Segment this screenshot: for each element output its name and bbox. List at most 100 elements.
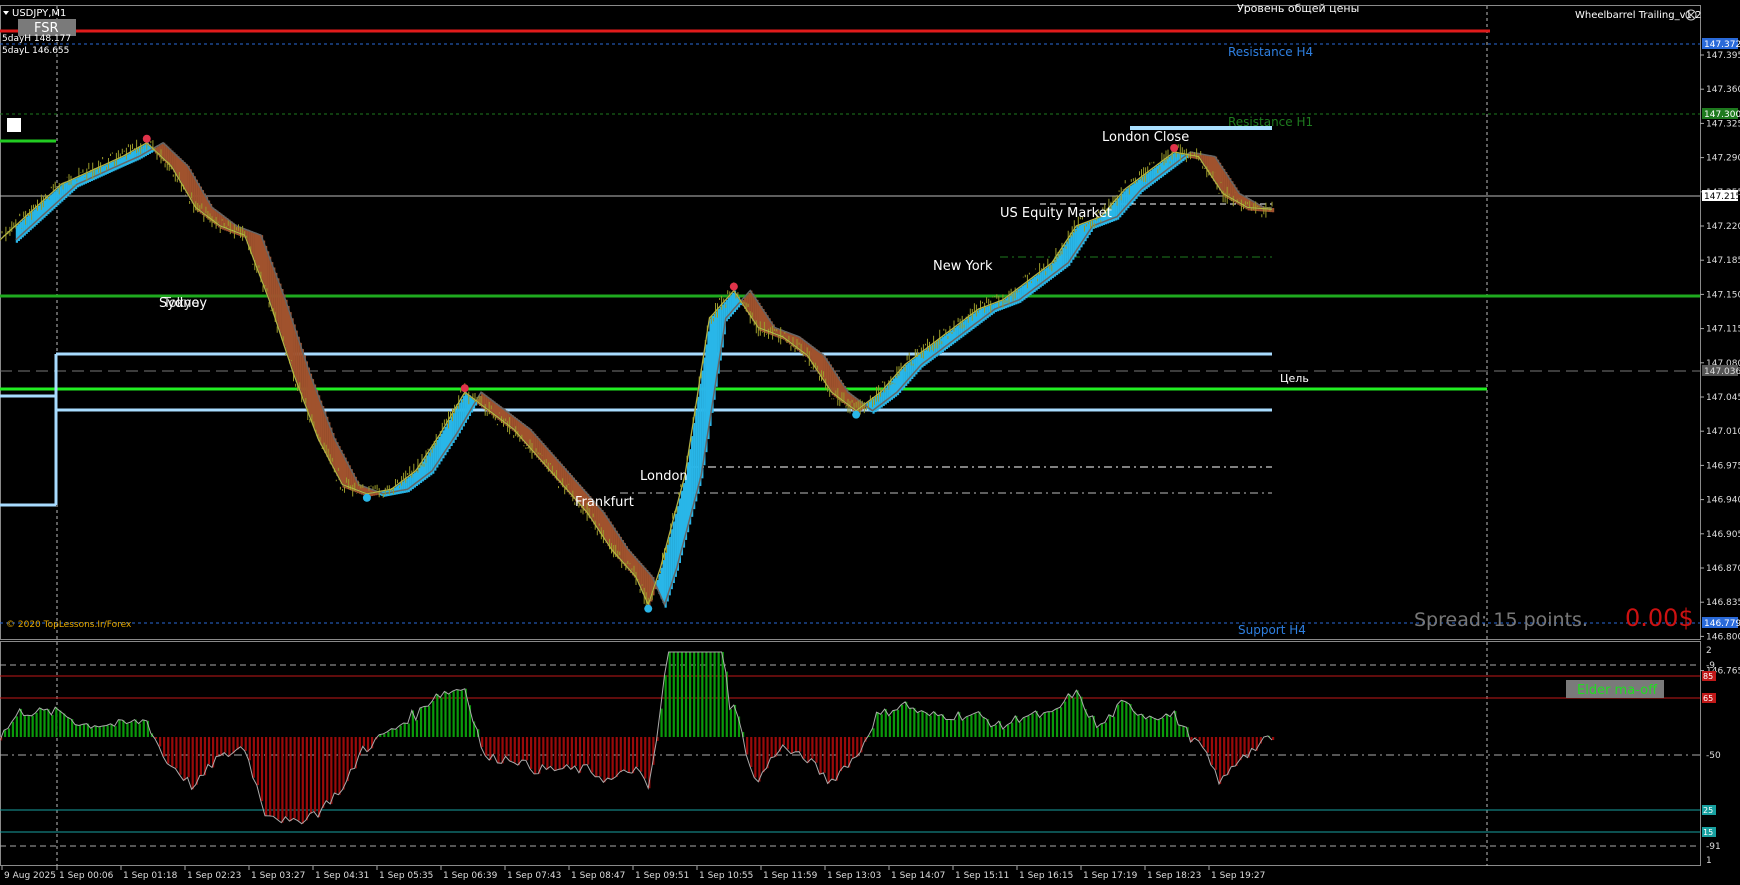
price-badge-current: 147.215 xyxy=(1702,190,1740,202)
osc-bar xyxy=(419,708,423,737)
indicator-name: Wheelbarrel Trailing_v1.2 xyxy=(1575,10,1701,21)
osc-bar xyxy=(513,737,516,763)
band-segment xyxy=(110,161,113,173)
osc-bar xyxy=(19,708,22,737)
session-label-london: London xyxy=(640,469,688,484)
osc-bar xyxy=(424,706,427,737)
time-tick-label: 1 Sep 13:03 xyxy=(827,871,881,881)
osc-bar xyxy=(497,737,500,763)
band-segment xyxy=(986,305,989,319)
band-segment xyxy=(699,383,702,487)
osc-bar xyxy=(664,675,667,737)
osc-bar xyxy=(1104,722,1108,737)
osc-bar xyxy=(403,723,406,737)
price-badge-text: 147.215 xyxy=(1704,192,1740,202)
osc-bar xyxy=(277,737,280,820)
osc-bar xyxy=(138,723,141,737)
osc-bar xyxy=(167,737,170,764)
time-tick-label: 1 Sep 02:23 xyxy=(187,871,241,881)
osc-bar xyxy=(949,719,953,737)
osc-bar xyxy=(1149,716,1152,737)
osc-bar xyxy=(309,737,313,814)
osc-bar xyxy=(1068,693,1071,737)
osc-bar xyxy=(265,737,268,816)
osc-bar xyxy=(811,737,814,759)
band-segment xyxy=(122,156,125,167)
osc-bar xyxy=(574,737,578,767)
osc-bar xyxy=(281,737,284,823)
osc-bar xyxy=(383,733,386,737)
osc-bar xyxy=(636,737,639,768)
osc-bar xyxy=(318,737,321,818)
price-badge-target: 147.036 xyxy=(1702,365,1740,377)
osc-bar xyxy=(1210,737,1214,765)
time-tick-label: 1 Sep 14:07 xyxy=(891,871,945,881)
osc-bar xyxy=(1055,708,1059,737)
osc-bar xyxy=(1072,697,1075,737)
osc-bar xyxy=(260,737,264,802)
osc-bar xyxy=(51,714,54,737)
osc-bar xyxy=(74,724,78,737)
osc-bar xyxy=(391,728,394,737)
price-tick-label: 147.360 xyxy=(1706,85,1740,95)
osc-bar xyxy=(689,652,692,737)
osc-bar xyxy=(521,737,525,761)
time-tick-label: 1 Sep 10:55 xyxy=(699,871,753,881)
osc-bar xyxy=(481,737,484,748)
osc-bar xyxy=(142,719,145,737)
osc-bar xyxy=(1178,724,1181,737)
osc-bar xyxy=(27,715,30,737)
osc-bar xyxy=(721,652,724,737)
osc-bar xyxy=(1007,724,1010,737)
time-tick-label: 1 Sep 07:43 xyxy=(507,871,561,881)
band-segment xyxy=(120,157,123,168)
osc-bar xyxy=(839,737,843,772)
checkbox[interactable] xyxy=(7,118,21,132)
osc-bar xyxy=(872,728,875,737)
osc-bar xyxy=(244,737,247,751)
band-segment xyxy=(142,145,145,158)
band-segment xyxy=(271,262,274,309)
osc-bar xyxy=(191,737,194,790)
osc-bar xyxy=(966,716,969,737)
osc-bar xyxy=(399,725,402,737)
osc-bar xyxy=(762,737,765,773)
time-tick-label: 1 Sep 17:19 xyxy=(1083,871,1138,881)
band-segment xyxy=(88,171,91,182)
osc-bar xyxy=(530,737,533,769)
osc-bar xyxy=(273,737,276,817)
band-segment xyxy=(1023,284,1026,300)
band-segment xyxy=(980,308,983,323)
osc-bar xyxy=(1060,707,1063,737)
osc-bar xyxy=(819,737,822,775)
band-segment xyxy=(1221,165,1224,194)
osc-bar xyxy=(1153,718,1156,737)
osc-bar xyxy=(293,737,296,819)
osc-bar xyxy=(1011,722,1014,737)
osc-bar xyxy=(1039,717,1042,737)
elder-ma-button[interactable]: Elder ma-off xyxy=(1566,680,1664,698)
osc-bar xyxy=(1251,737,1254,749)
general-price-level-label: Уровень общей цены xyxy=(1237,2,1359,15)
five-day-high: 5dayH 148.177 xyxy=(2,34,71,44)
osc-bar xyxy=(994,725,997,737)
osc-badge-text: 85 xyxy=(1703,672,1713,681)
osc-bar xyxy=(110,723,113,737)
five-day-low: 5dayL 146.655 xyxy=(2,46,69,56)
band-segment xyxy=(1159,162,1163,179)
osc-bar xyxy=(1202,737,1205,748)
price-badge-text: 146.779 xyxy=(1704,619,1740,629)
osc-bar xyxy=(619,737,622,773)
band-segment xyxy=(1004,298,1008,309)
osc-bar xyxy=(1023,717,1026,737)
osc-bar xyxy=(159,737,162,747)
osc-bar xyxy=(313,737,317,812)
osc-bar xyxy=(1027,715,1030,737)
band-segment xyxy=(76,177,80,188)
osc-bar xyxy=(436,693,439,737)
trading-chart[interactable]: 147.395147.360147.325147.290147.255147.2… xyxy=(0,0,1740,885)
osc-bar xyxy=(583,737,586,765)
session-label-frankfurt: Frankfurt xyxy=(575,495,634,510)
osc-bar xyxy=(305,737,308,821)
osc-bar xyxy=(905,701,908,737)
